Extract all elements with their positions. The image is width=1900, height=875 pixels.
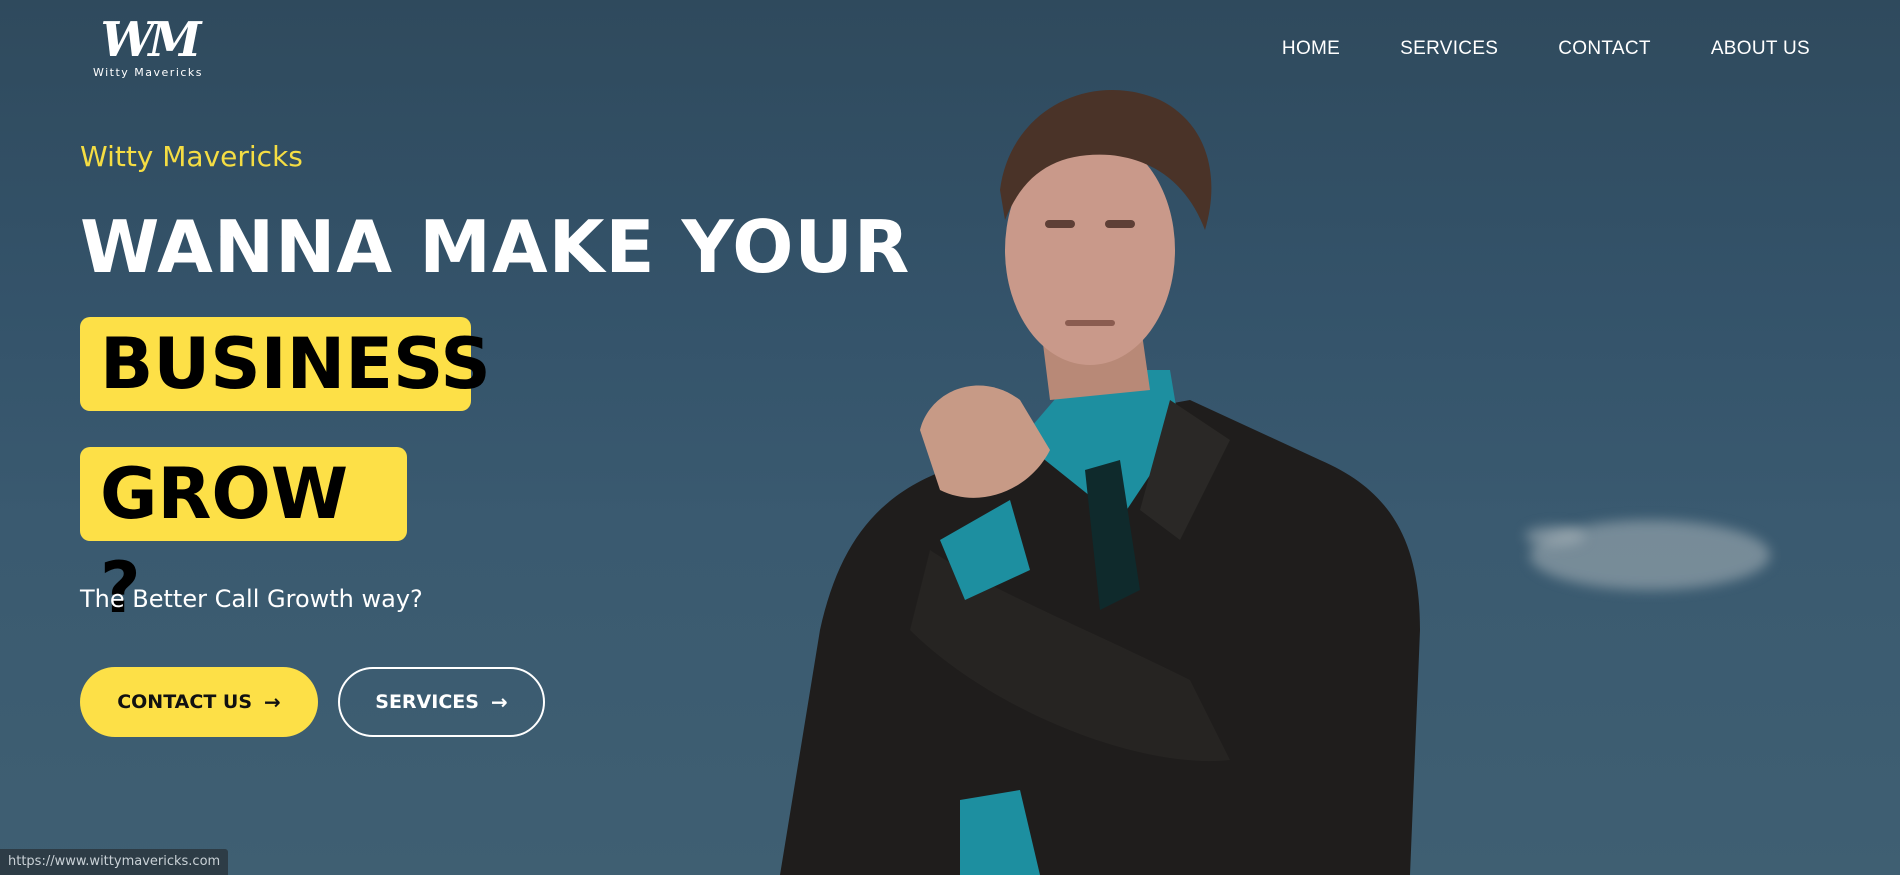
main-nav: HOME SERVICES CONTACT ABOUT US [1282,38,1810,60]
arrow-right-icon: → [490,690,508,714]
hero-eyebrow: Witty Mavericks [80,140,303,173]
services-button[interactable]: SERVICES → [338,667,545,737]
arrow-right-icon: → [264,690,281,714]
cloud-image [1525,526,1585,546]
status-bar-url: https://www.wittymavericks.com [0,849,229,875]
logo-text: Witty Mavericks [92,66,204,79]
brand-logo[interactable]: WM Witty Mavericks [88,12,208,90]
highlight-grow: GROW ? [80,447,407,629]
hero-headline: WANNA MAKE YOUR [80,205,911,289]
logo-mark-icon: WM [100,12,201,68]
hero-section: WM Witty Mavericks HOME SERVICES CONTACT… [0,0,1900,875]
contact-us-button[interactable]: CONTACT US → [80,667,318,737]
nav-home[interactable]: HOME [1282,38,1340,60]
nav-services[interactable]: SERVICES [1400,38,1498,60]
highlight-business: BUSINESS [80,317,491,411]
hero-person-image [780,90,1420,875]
nav-about-us[interactable]: ABOUT US [1711,38,1810,60]
contact-us-label: CONTACT US [117,691,253,713]
nav-contact[interactable]: CONTACT [1558,38,1651,60]
services-label: SERVICES [375,691,479,713]
hero-subtext: The Better Call Growth way? [80,585,423,613]
